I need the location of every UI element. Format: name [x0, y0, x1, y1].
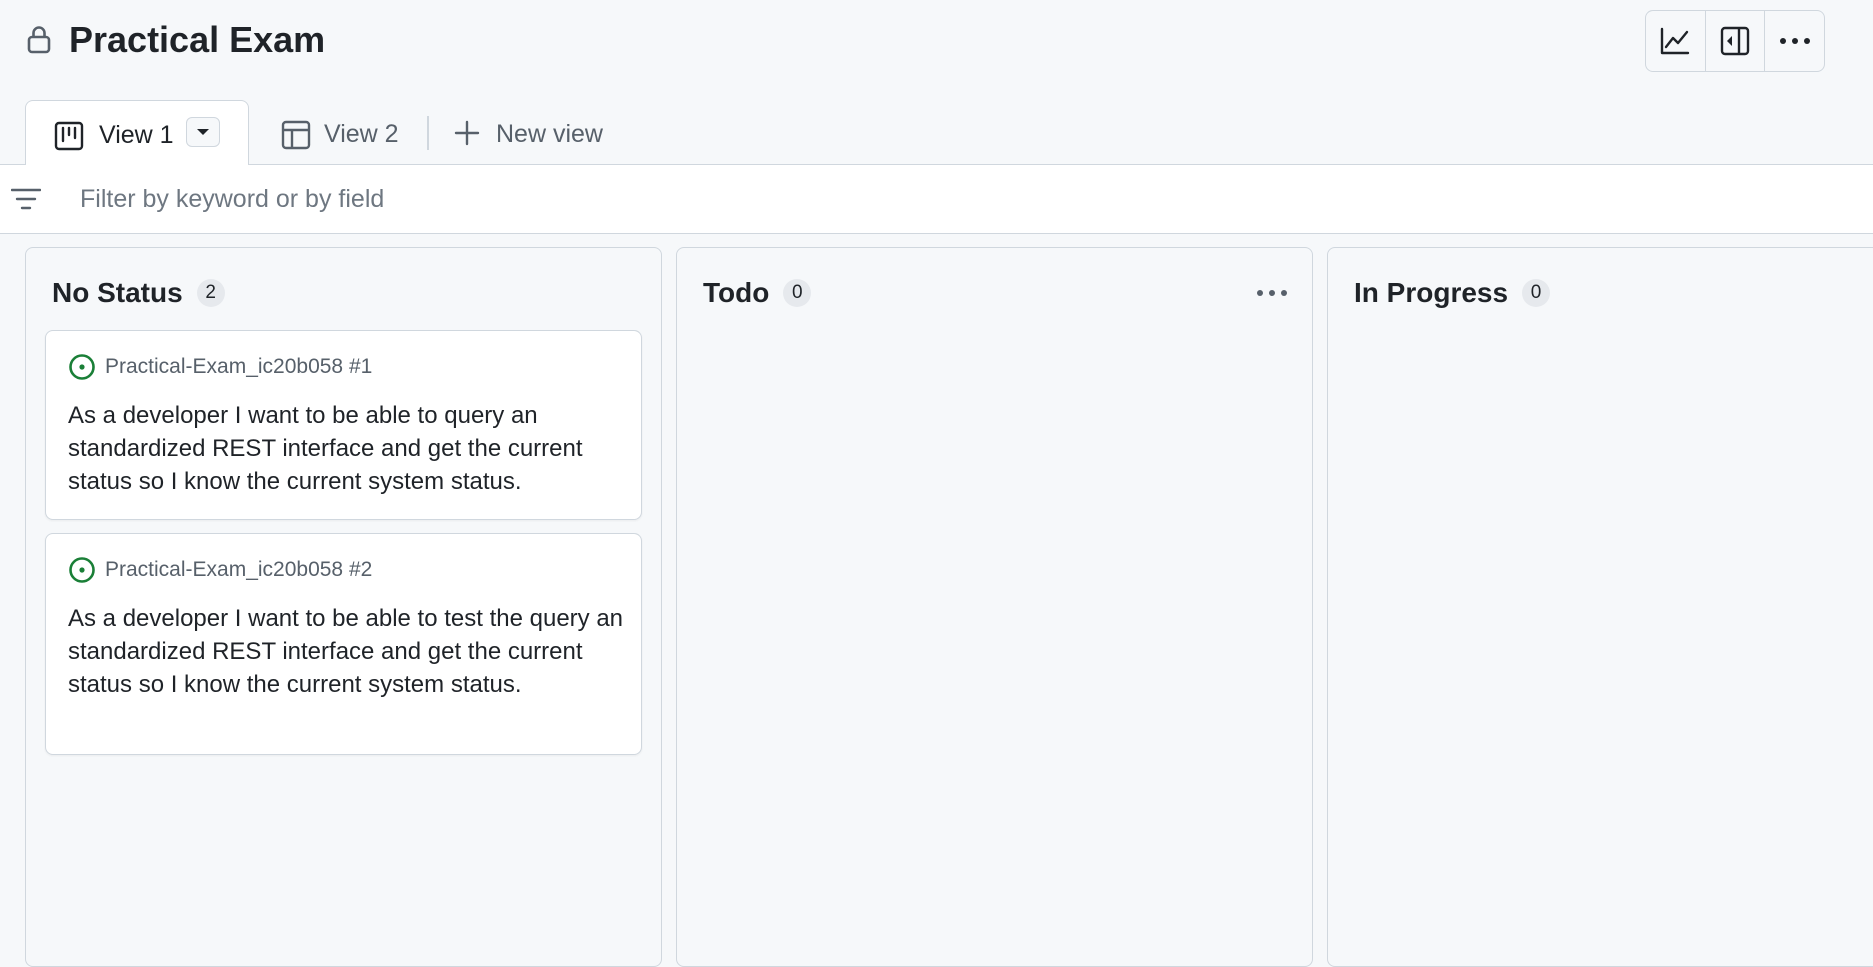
column-header: In Progress 0 — [1354, 276, 1551, 310]
sidebar-collapse-icon — [1720, 26, 1750, 56]
column-header: Todo 0 — [703, 276, 812, 310]
table-icon — [281, 120, 311, 150]
kebab-horizontal-icon — [1779, 37, 1811, 45]
card-title[interactable]: As a developer I want to be able to test… — [68, 602, 628, 701]
board-icon — [54, 121, 84, 151]
column-title: Todo — [703, 277, 770, 308]
column-todo: Todo 0 — [676, 247, 1313, 967]
project-header: Practical Exam — [0, 0, 1873, 100]
triangle-down-icon — [196, 128, 210, 136]
issue-opened-icon — [68, 353, 96, 381]
tab-view-2[interactable]: View 2 — [280, 100, 430, 165]
card-title[interactable]: As a developer I want to be able to quer… — [68, 399, 628, 498]
column-in-progress: In Progress 0 — [1327, 247, 1873, 967]
kebab-horizontal-icon — [1256, 289, 1288, 297]
graph-icon — [1660, 27, 1690, 55]
side-panel-button[interactable] — [1706, 11, 1766, 71]
card-repo-reference[interactable]: Practical-Exam_ic20b058 #1 — [105, 353, 372, 381]
header-toolbar — [1645, 10, 1825, 72]
page-title: Practical Exam — [69, 19, 326, 60]
column-more-button[interactable] — [1254, 278, 1290, 308]
column-count-badge: 0 — [783, 279, 812, 307]
view-options-dropdown[interactable] — [186, 117, 220, 147]
tab-view-1[interactable]: View 1 — [25, 100, 249, 165]
column-title: In Progress — [1354, 277, 1509, 308]
tab-view-2-label: View 2 — [324, 120, 399, 148]
column-count-badge: 2 — [196, 279, 225, 307]
card-meta: Practical-Exam_ic20b058 #1 — [68, 353, 372, 381]
insights-button[interactable] — [1646, 11, 1706, 71]
view-tabs: View 1 View 2 New view — [0, 100, 1873, 165]
new-view-label: New view — [496, 120, 603, 148]
issue-opened-icon — [68, 556, 96, 584]
issue-card[interactable]: Practical-Exam_ic20b058 #2 As a develope… — [45, 533, 642, 755]
card-meta: Practical-Exam_ic20b058 #2 — [68, 556, 372, 584]
card-repo-reference[interactable]: Practical-Exam_ic20b058 #2 — [105, 556, 372, 584]
tab-view-1-label: View 1 — [99, 121, 174, 149]
column-count-badge: 0 — [1522, 279, 1551, 307]
filter-icon[interactable] — [11, 187, 41, 211]
filter-bar — [0, 164, 1873, 234]
column-header: No Status 2 — [52, 276, 225, 310]
tab-divider — [427, 116, 429, 150]
filter-input[interactable] — [80, 179, 1780, 219]
plus-icon — [454, 120, 480, 146]
new-view-button[interactable]: New view — [453, 100, 623, 165]
lock-icon — [26, 24, 52, 54]
column-no-status: No Status 2 Practical-Exam_ic20b058 #1 A… — [25, 247, 662, 967]
more-options-button[interactable] — [1765, 11, 1824, 71]
issue-card[interactable]: Practical-Exam_ic20b058 #1 As a develope… — [45, 330, 642, 520]
column-title: No Status — [52, 277, 183, 308]
